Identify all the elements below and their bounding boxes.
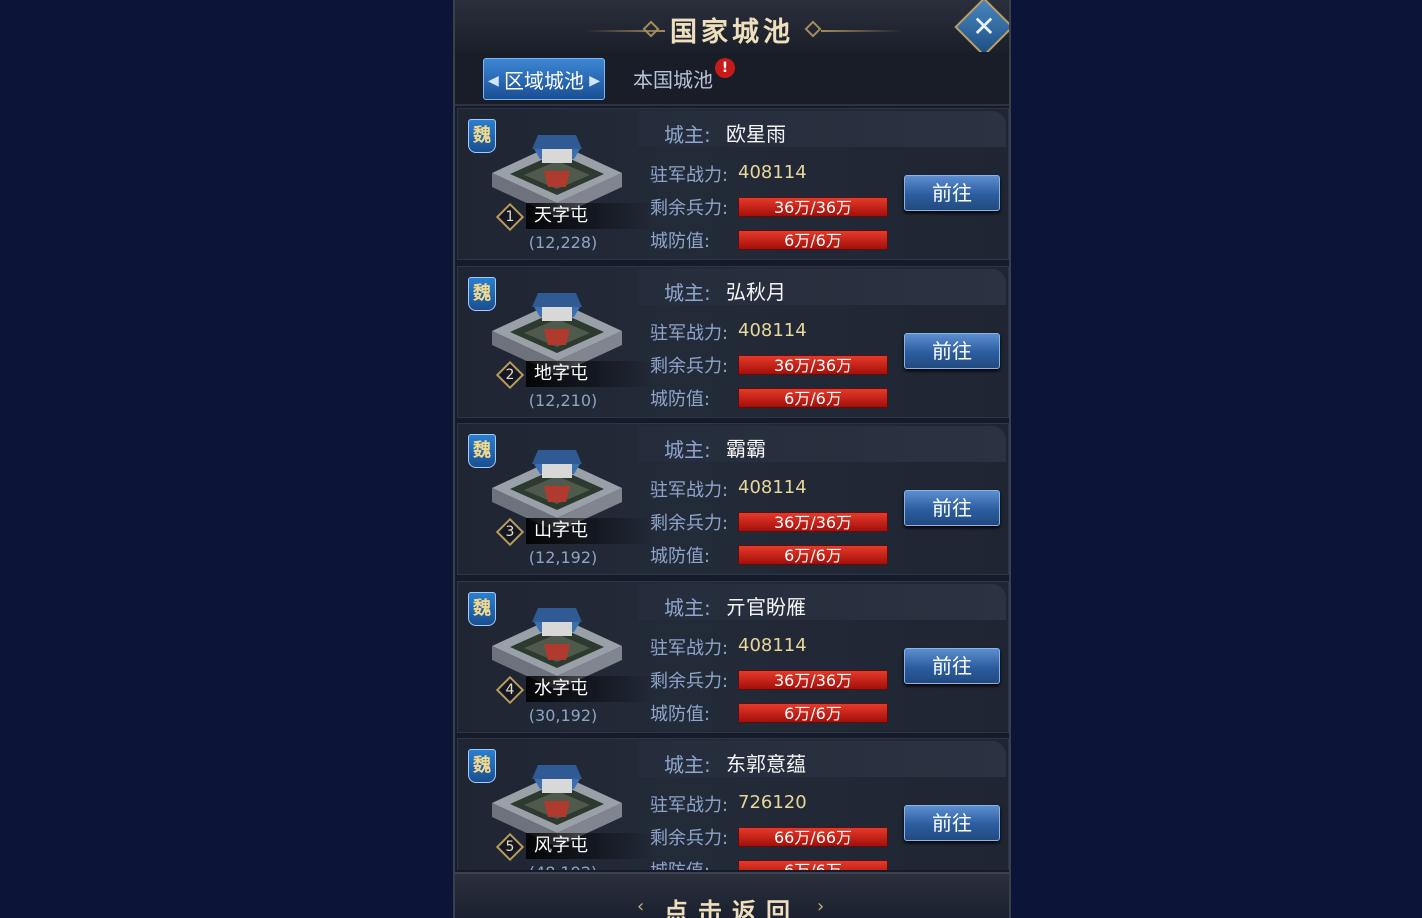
- owner-label: 城主:: [664, 123, 711, 147]
- defense-value: 6万/6万: [784, 231, 842, 250]
- defense-bar: 6万/6万: [738, 545, 888, 565]
- owner-label: 城主:: [664, 595, 711, 620]
- power-label: 驻军战力:: [650, 795, 729, 816]
- troops-value: 36万/36万: [773, 355, 853, 375]
- troops-bar: 36万/36万: [738, 669, 888, 690]
- alert-badge-icon: !: [715, 58, 735, 78]
- troops-bar: 36万/36万: [738, 197, 888, 217]
- troops-value: 36万/36万: [773, 198, 853, 217]
- tab-bar: ◀ 区域城池 ▶ 本国城池 !: [455, 52, 1009, 106]
- owner-name: 东郭意蕴: [726, 752, 806, 776]
- troops-bar: 36万/36万: [738, 512, 888, 532]
- power-value: 408114: [738, 477, 807, 498]
- troops-label: 剩余兵力:: [650, 828, 729, 849]
- troops-bar: 36万/36万: [738, 354, 888, 375]
- power-value: 408114: [738, 634, 807, 656]
- city-row: 魏 3 山字屯 (12,192) 城主: 霸霸 驻军战力: 408114 剩余兵…: [457, 423, 1009, 575]
- defense-label: 城防值:: [650, 703, 711, 725]
- power-value: 408114: [738, 162, 807, 183]
- city-row: 魏 1 天字屯 (12,228) 城主: 欧星雨 驻军战力: 408114 剩余…: [457, 108, 1009, 260]
- defense-bar: 6万/6万: [738, 230, 888, 250]
- header-bar: 国家城池 ✕: [455, 0, 1009, 57]
- city-row: 魏 2 地字屯 (12,210) 城主: 弘秋月 驻军战力: 408114 剩余…: [457, 265, 1009, 418]
- arrow-left-icon: ◀: [488, 73, 499, 89]
- city-coordinates: (48,192): [508, 863, 618, 870]
- city-list-panel: 国家城池 ✕ ◀ 区域城池 ▶ 本国城池 ! 魏 1 天字屯 (12,228) …: [453, 0, 1011, 918]
- city-coordinates: (12,210): [528, 390, 598, 410]
- defense-bar: 6万/6万: [738, 702, 888, 723]
- defense-value: 6万/6万: [784, 546, 842, 565]
- city-coordinates: (30,192): [528, 705, 598, 725]
- owner-label: 城主:: [664, 753, 711, 777]
- owner-name: 弘秋月: [726, 279, 786, 304]
- power-label: 驻军战力:: [650, 165, 729, 186]
- go-button[interactable]: 前往: [904, 175, 1000, 211]
- city-coordinates: (12,192): [528, 548, 598, 567]
- defense-value: 6万/6万: [739, 861, 887, 870]
- return-label: 点击返回: [664, 898, 800, 918]
- arrow-right-icon: ▶: [589, 73, 600, 89]
- troops-label: 剩余兵力:: [650, 670, 729, 692]
- troops-value: 66万/66万: [773, 828, 853, 847]
- go-button[interactable]: 前往: [904, 805, 1000, 841]
- city-name: 天字屯: [526, 203, 654, 229]
- city-coordinates: (12,228): [528, 233, 598, 252]
- troops-label: 剩余兵力:: [650, 513, 729, 534]
- defense-value: 6万/6万: [784, 703, 842, 723]
- city-row: 魏 4 水字屯 (30,192) 城主: 亓官盼雁 驻军战力: 408114 剩…: [457, 580, 1009, 733]
- defense-label: 城防值:: [650, 857, 710, 870]
- tab-region-cities[interactable]: ◀ 区域城池 ▶: [483, 58, 605, 100]
- troops-value: 36万/36万: [773, 670, 853, 690]
- close-icon: ✕: [972, 9, 996, 43]
- city-row: 魏 5 风字屯 (48,192) 城主: 东郭意蕴 驻军战力: 726120 剩…: [457, 738, 1009, 870]
- go-button[interactable]: 前往: [904, 647, 1000, 684]
- title-ornament-right: [821, 30, 901, 32]
- owner-name: 亓官盼雁: [726, 594, 806, 619]
- power-value: 726120: [738, 792, 807, 813]
- defense-value: 6万/6万: [784, 388, 842, 408]
- owner-name: 欧星雨: [726, 122, 786, 146]
- tab-label: 本国城池: [633, 68, 713, 92]
- chevron-right-icon: ›: [817, 896, 825, 917]
- troops-label: 剩余兵力:: [650, 355, 729, 377]
- power-label: 驻军战力:: [650, 322, 729, 344]
- defense-bar: 6万/6万: [738, 387, 888, 408]
- power-value: 408114: [738, 319, 807, 341]
- owner-label: 城主:: [664, 280, 711, 305]
- city-name: 水字屯: [526, 675, 654, 702]
- troops-label: 剩余兵力:: [650, 198, 729, 219]
- window-title: 国家城池: [670, 17, 794, 48]
- go-button[interactable]: 前往: [904, 490, 1000, 526]
- defense-label: 城防值:: [650, 388, 711, 410]
- city-name: 地字屯: [526, 360, 654, 387]
- owner-label: 城主:: [664, 438, 711, 462]
- tab-label: 区域城池: [504, 69, 584, 93]
- tab-home-cities[interactable]: 本国城池: [625, 58, 721, 100]
- power-label: 驻军战力:: [650, 637, 729, 659]
- troops-value: 36万/36万: [773, 513, 853, 532]
- city-name: 山字屯: [526, 518, 654, 544]
- city-name: 风字屯: [526, 833, 654, 859]
- defense-label: 城防值:: [650, 546, 711, 567]
- city-list[interactable]: 魏 1 天字屯 (12,228) 城主: 欧星雨 驻军战力: 408114 剩余…: [455, 108, 1009, 870]
- troops-bar: 66万/66万: [738, 827, 888, 847]
- power-label: 驻军战力:: [650, 480, 729, 501]
- defense-label: 城防值:: [650, 231, 711, 252]
- defense-bar: 6万/6万: [738, 860, 888, 870]
- go-button[interactable]: 前往: [904, 332, 1000, 369]
- owner-name: 霸霸: [726, 437, 766, 461]
- return-button[interactable]: ‹ 点击返回 ›: [455, 872, 1009, 918]
